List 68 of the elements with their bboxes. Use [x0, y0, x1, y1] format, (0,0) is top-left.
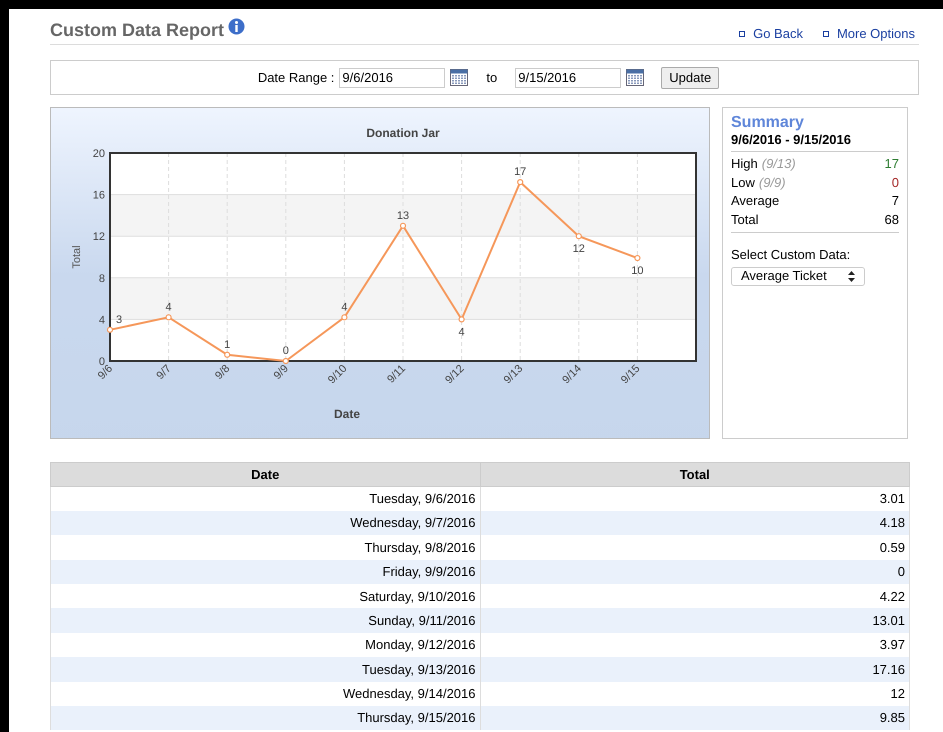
stepper-arrows-icon — [848, 270, 855, 282]
summary-title: Summary — [731, 114, 805, 132]
x-tick-label: 9/15 — [618, 362, 643, 386]
info-icon[interactable] — [228, 18, 246, 35]
data-point — [341, 314, 348, 320]
calendar-icon[interactable] — [626, 69, 644, 86]
x-tick-label: 9/8 — [213, 362, 232, 382]
data-label: 3 — [116, 314, 122, 326]
data-point — [576, 233, 582, 240]
y-tick-label: 0 — [98, 356, 105, 368]
calendar-icon[interactable] — [450, 69, 468, 86]
x-tick-label: 9/7 — [154, 362, 174, 382]
table-cell: 9.85 — [480, 706, 910, 730]
header-link[interactable]: More Options — [822, 24, 915, 44]
x-tick-label: 9/12 — [443, 362, 467, 386]
column-header: Date — [50, 462, 480, 486]
data-label: 13 — [396, 210, 410, 222]
data-label: 1 — [224, 338, 230, 351]
stat-value: 0 — [892, 174, 899, 192]
from-date-field[interactable]: 9/6/2016 — [339, 68, 446, 88]
x-tick-label: 9/13 — [502, 362, 526, 386]
page-title: Custom Data Report — [50, 19, 224, 42]
data-point — [224, 352, 230, 358]
custom-data-select[interactable]: Average Ticket — [731, 266, 865, 286]
stat-label: Total — [731, 210, 758, 228]
data-point — [106, 326, 114, 333]
y-tick-label: 12 — [92, 231, 105, 244]
data-label: 12 — [572, 243, 585, 256]
data-point — [282, 358, 289, 364]
stat-value: 68 — [884, 210, 899, 228]
x-tick-label: 9/11 — [385, 362, 408, 386]
data-point — [400, 222, 406, 229]
data-label: 10 — [631, 265, 644, 278]
x-tick-label: 9/10 — [326, 362, 350, 386]
y-tick-label: 8 — [98, 272, 105, 285]
stat-value: 7 — [892, 192, 899, 210]
stat-date: (9/13) — [762, 155, 796, 173]
y-tick-label: 20 — [92, 148, 105, 160]
data-label: 4 — [166, 301, 172, 314]
data-label: 17 — [514, 166, 526, 178]
column-header: Total — [480, 462, 910, 486]
data-point — [166, 314, 172, 320]
date-range-label: Date Range : — [258, 68, 334, 87]
summary-range: 9/6/2016 - 9/15/2016 — [731, 132, 852, 148]
update-button[interactable]: Update — [661, 66, 720, 88]
data-point — [517, 179, 524, 186]
data-point — [458, 316, 465, 322]
y-axis-title: Total — [71, 245, 83, 269]
x-axis-title: Date — [334, 407, 360, 421]
data-label: 4 — [458, 326, 465, 338]
to-date-field[interactable]: 9/15/2016 — [515, 68, 622, 88]
stat-date: (9/9) — [758, 174, 786, 192]
stat-label: High — [731, 155, 758, 173]
y-tick-label: 16 — [92, 190, 105, 202]
to-label: to — [486, 68, 498, 87]
select-label: Select Custom Data: — [731, 246, 852, 264]
data-label: 0 — [282, 345, 289, 357]
stat-label: Low — [731, 174, 755, 192]
stat-value: 17 — [884, 155, 899, 173]
y-tick-label: 4 — [98, 314, 105, 326]
data-label: 4 — [341, 301, 348, 314]
stat-label: Average — [731, 192, 780, 210]
data-point — [634, 254, 640, 262]
x-tick-label: 9/14 — [560, 362, 584, 386]
header-link[interactable]: Go Back — [739, 24, 803, 44]
chart-title: Donation Jar — [366, 126, 440, 140]
x-tick-label: 9/9 — [272, 362, 291, 382]
table-cell: Thursday, 9/15/2016 — [50, 706, 480, 730]
